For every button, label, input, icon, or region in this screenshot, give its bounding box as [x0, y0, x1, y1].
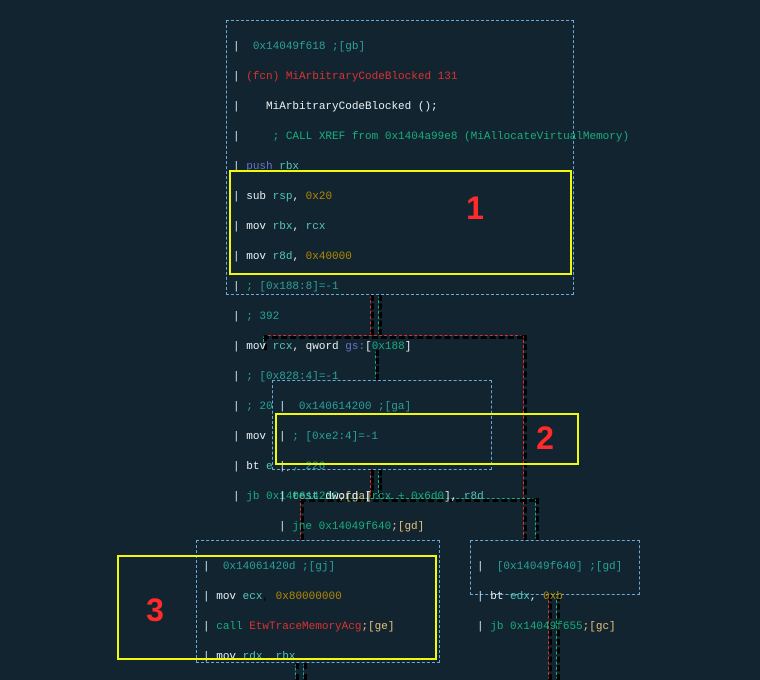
- gb-tag: ;[gb]: [332, 41, 365, 53]
- gb-sub-op: sub: [246, 191, 266, 203]
- ga-cmt2: ; 226: [292, 461, 325, 473]
- node-ga[interactable]: | 0x140614200 ;[ga] | ; [0xe2:4]=-1 | ; …: [272, 380, 492, 470]
- gb-push-reg: rbx: [279, 161, 299, 173]
- gj-tag: ;[gj]: [302, 561, 335, 573]
- gb-addr: 0x14049f618: [253, 41, 326, 53]
- gb-sub-imm: 0x20: [306, 191, 332, 203]
- node-gb[interactable]: | 0x14049f618 ;[gb] | (fcn) MiArbitraryC…: [226, 20, 574, 295]
- gb-mov2-op: mov: [246, 251, 266, 263]
- highlight-3-label: 3: [135, 592, 175, 629]
- gb-mov1-op: mov: [246, 221, 266, 233]
- gb-fcn: (fcn) MiArbitraryCodeBlocked 131: [246, 71, 457, 83]
- gb-cmt2: ; 392: [246, 311, 279, 323]
- gd-tag: ;[gd]: [589, 561, 622, 573]
- gj-addr: 0x14061420d: [223, 561, 296, 573]
- ga-tag: ;[ga]: [378, 401, 411, 413]
- gd-addr: [0x14049f640]: [497, 561, 583, 573]
- gb-cmt1: ; [0x188:8]=-1: [246, 281, 338, 293]
- ga-cmt1: ; [0xe2:4]=-1: [292, 431, 378, 443]
- ga-addr: 0x140614200: [299, 401, 372, 413]
- gb-push-op: push: [246, 161, 272, 173]
- node-gd[interactable]: | [0x14049f640] ;[gd] | bt edx, 0xb | jb…: [470, 540, 640, 595]
- node-gj[interactable]: | 0x14061420d ;[gj] | mov ecx, 0x8000000…: [196, 540, 440, 663]
- gb-xref: ; CALL XREF from 0x1404a99e8 (MiAllocate…: [246, 131, 629, 143]
- gb-fcn-sig: MiArbitraryCodeBlocked ();: [246, 101, 437, 113]
- gb-sub-r: rsp: [273, 191, 293, 203]
